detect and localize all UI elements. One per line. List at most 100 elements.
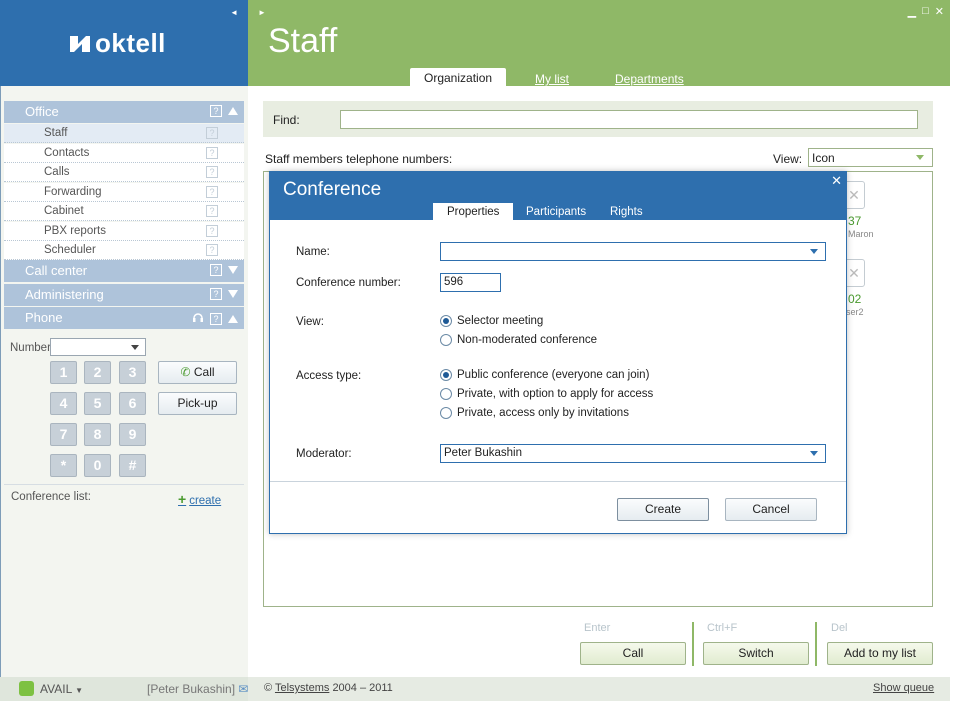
keypad-4[interactable]: 4	[50, 392, 77, 415]
radio-checked-icon[interactable]	[440, 369, 452, 381]
tab-participants[interactable]: Participants	[526, 206, 586, 220]
keypad-star[interactable]: *	[50, 454, 77, 477]
find-label: Find:	[273, 113, 300, 127]
tab-departments[interactable]: Departments	[615, 72, 684, 90]
radio-checked-icon[interactable]	[440, 315, 452, 327]
help-icon[interactable]: ?	[210, 288, 222, 300]
keypad-9[interactable]: 9	[119, 423, 146, 446]
moderator-select[interactable]: Peter Bukashin	[440, 444, 826, 463]
sidebar-item-scheduler[interactable]: Scheduler?	[4, 241, 244, 260]
view-select[interactable]: Icon	[808, 148, 933, 167]
keypad-1[interactable]: 1	[50, 361, 77, 384]
name-select[interactable]	[440, 242, 826, 261]
collapse-up-icon[interactable]	[228, 314, 238, 323]
cancel-button[interactable]: Cancel	[725, 498, 817, 521]
view-mode-label: View:	[296, 316, 324, 328]
section-office-label: Office	[25, 104, 59, 119]
radio-label: Private, access only by invitations	[457, 407, 629, 419]
collapse-up-icon[interactable]	[228, 107, 238, 115]
help-icon[interactable]: ?	[206, 186, 218, 198]
chevron-down-icon[interactable]	[916, 155, 924, 160]
section-administering[interactable]: Administering ?	[4, 284, 244, 306]
help-icon[interactable]: ?	[206, 225, 218, 237]
chevron-down-icon[interactable]	[131, 345, 139, 350]
pickup-button[interactable]: Pick-up	[158, 392, 237, 415]
radio-label: Private, with option to apply for access	[457, 388, 654, 400]
sidebar-item-calls[interactable]: Calls?	[4, 163, 244, 182]
create-button[interactable]: Create	[617, 498, 709, 521]
keypad-hash[interactable]: #	[119, 454, 146, 477]
help-icon[interactable]: ?	[206, 166, 218, 178]
status-dropdown[interactable]: AVAIL ▼	[40, 682, 83, 696]
close-icon[interactable]: ✕	[831, 173, 842, 189]
chevron-down-icon[interactable]	[810, 249, 818, 254]
sidebar-item-staff[interactable]: Staff?	[4, 124, 244, 143]
action-call-button[interactable]: Call	[580, 642, 686, 665]
minimize-icon[interactable]: ▁	[908, 5, 916, 18]
sidebar-item-forwarding[interactable]: Forwarding?	[4, 183, 244, 202]
sidebar-item-pbx-reports[interactable]: PBX reports?	[4, 222, 244, 241]
name-label: Name:	[296, 246, 330, 258]
chevron-down-icon[interactable]	[810, 451, 818, 456]
staff-name: Maron	[848, 229, 874, 239]
expand-down-icon[interactable]	[228, 266, 238, 274]
keypad-0[interactable]: 0	[84, 454, 111, 477]
sidebar-item-label: PBX reports	[44, 225, 106, 237]
phone-icon: ✆	[180, 365, 191, 379]
action-switch-button[interactable]: Switch	[703, 642, 809, 665]
sidebar-item-contacts[interactable]: Contacts?	[4, 144, 244, 163]
section-call-center[interactable]: Call center ?	[4, 260, 244, 282]
keypad-6[interactable]: 6	[119, 392, 146, 415]
find-input[interactable]	[340, 110, 918, 129]
call-button[interactable]: ✆ Call	[158, 361, 237, 384]
headset-icon[interactable]	[192, 311, 204, 326]
staff-number: 02	[848, 292, 862, 306]
moderator-label: Moderator:	[296, 448, 352, 460]
radio-unchecked-icon[interactable]	[440, 334, 452, 346]
help-icon[interactable]: ?	[206, 205, 218, 217]
help-icon[interactable]: ?	[210, 264, 222, 276]
keypad-8[interactable]: 8	[84, 423, 111, 446]
help-icon[interactable]: ?	[206, 127, 218, 139]
help-icon[interactable]: ?	[210, 312, 222, 325]
expand-right-icon[interactable]: ►	[258, 8, 266, 17]
number-input[interactable]	[50, 338, 146, 356]
show-queue-link[interactable]: Show queue	[873, 682, 934, 694]
maximize-icon[interactable]: □	[922, 5, 929, 18]
help-icon[interactable]: ?	[210, 105, 222, 117]
radio-non-moderated[interactable]: Non-moderated conference	[440, 334, 597, 346]
help-icon[interactable]: ?	[206, 147, 218, 159]
add-to-my-list-button[interactable]: Add to my list	[827, 642, 933, 665]
close-icon[interactable]: ✕	[935, 5, 944, 18]
collapse-left-icon[interactable]: ◄	[230, 8, 238, 17]
tab-organization[interactable]: Organization	[410, 68, 507, 86]
company-link[interactable]: Telsystems	[275, 682, 329, 694]
sidebar-item-cabinet[interactable]: Cabinet?	[4, 202, 244, 221]
conference-number-input[interactable]: 596	[440, 273, 501, 292]
section-phone[interactable]: Phone ?	[4, 307, 244, 329]
radio-private-invite[interactable]: Private, access only by invitations	[440, 407, 629, 419]
tab-my-list[interactable]: My list	[535, 72, 569, 90]
divider	[270, 481, 846, 482]
keypad-7[interactable]: 7	[50, 423, 77, 446]
status-indicator-icon	[19, 681, 34, 696]
mail-icon[interactable]: ✉	[238, 682, 248, 696]
radio-unchecked-icon[interactable]	[440, 388, 452, 400]
radio-selector-meeting[interactable]: Selector meeting	[440, 315, 543, 327]
section-administering-label: Administering	[25, 287, 104, 302]
radio-label: Non-moderated conference	[457, 334, 597, 346]
keypad-2[interactable]: 2	[84, 361, 111, 384]
radio-unchecked-icon[interactable]	[440, 407, 452, 419]
expand-down-icon[interactable]	[228, 290, 238, 298]
tab-rights[interactable]: Rights	[610, 206, 643, 220]
page-title: Staff	[268, 22, 338, 60]
keypad-3[interactable]: 3	[119, 361, 146, 384]
view-label: View:	[773, 152, 803, 166]
create-conference-link[interactable]: + create	[178, 491, 221, 507]
help-icon[interactable]: ?	[206, 244, 218, 256]
radio-private-apply[interactable]: Private, with option to apply for access	[440, 388, 653, 400]
radio-public[interactable]: Public conference (everyone can join)	[440, 369, 649, 381]
section-office[interactable]: Office ?	[4, 101, 244, 123]
tab-properties[interactable]: Properties	[433, 203, 514, 220]
keypad-5[interactable]: 5	[84, 392, 111, 415]
